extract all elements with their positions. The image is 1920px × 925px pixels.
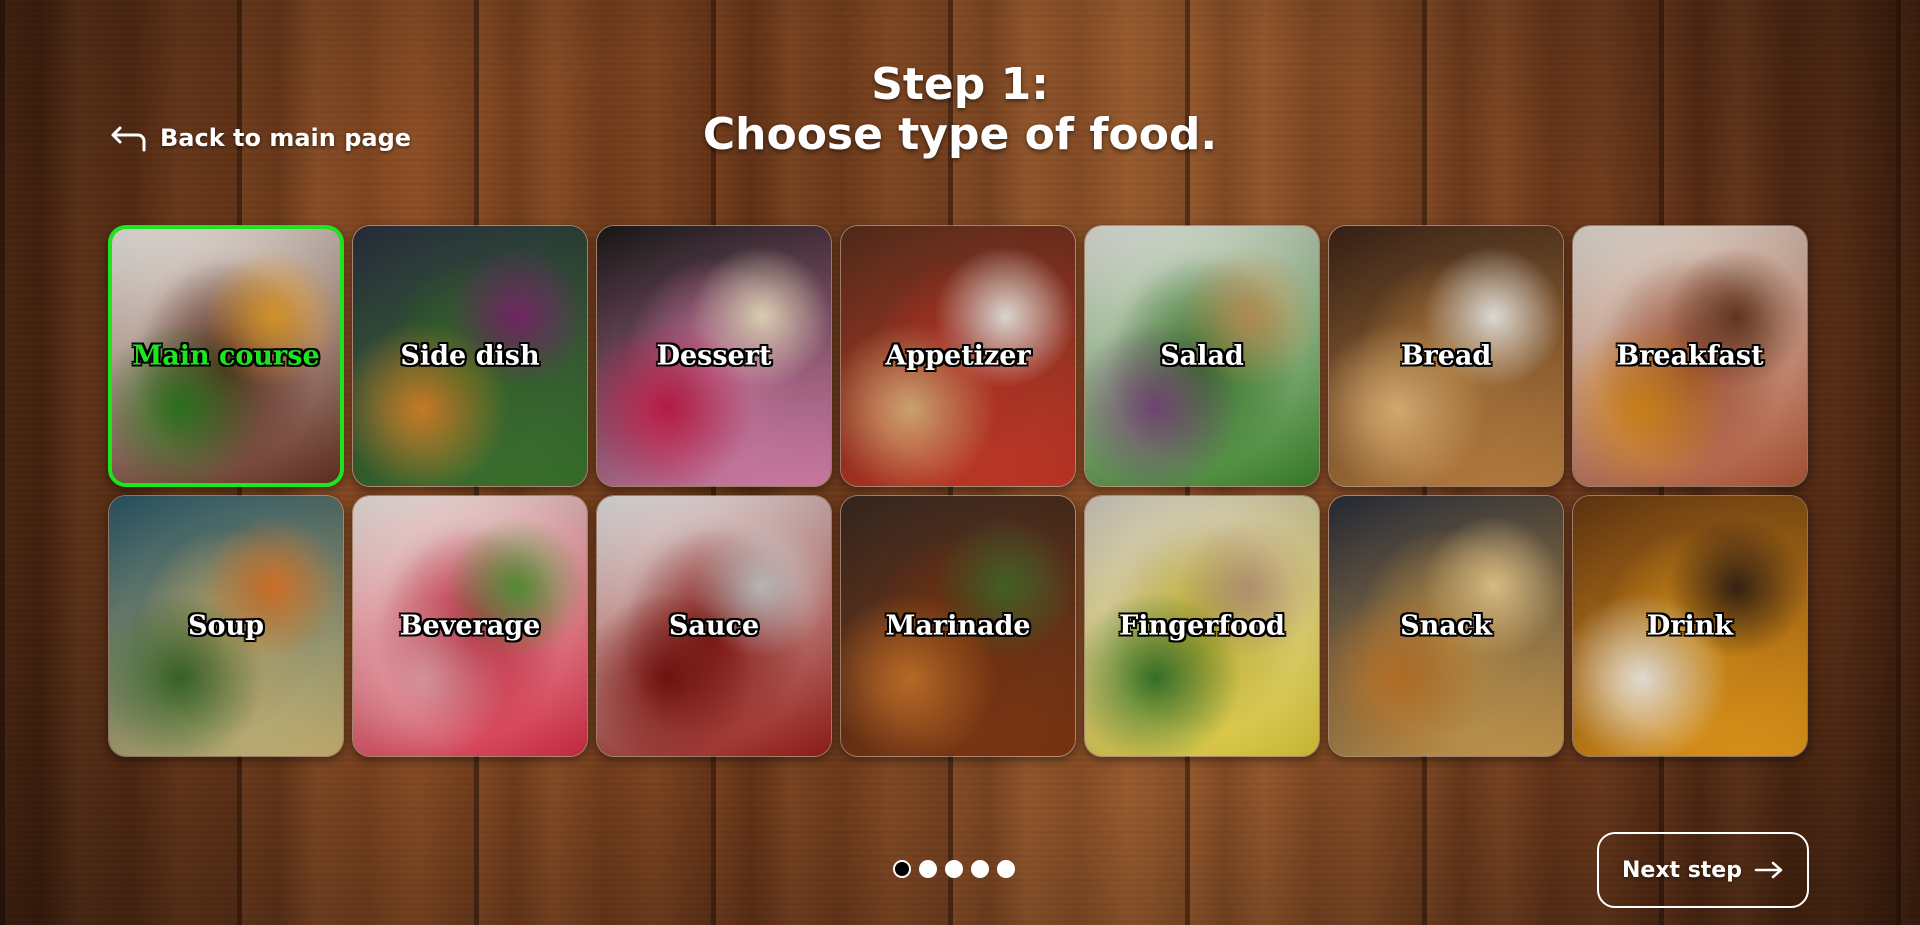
food-tile-drink[interactable]: Drink — [1572, 495, 1808, 757]
food-tile-breakfast[interactable]: Breakfast — [1572, 225, 1808, 487]
page-title-step: Step 1: — [871, 59, 1049, 110]
food-tile-label: Dessert — [656, 340, 772, 372]
food-tile-label: Main course — [132, 340, 320, 372]
food-tile-main-course[interactable]: Main course — [108, 225, 344, 487]
food-tile-snack[interactable]: Snack — [1328, 495, 1564, 757]
food-tile-label: Soup — [187, 610, 265, 642]
food-tile-label: Marinade — [885, 610, 1031, 642]
food-tile-label: Drink — [1646, 610, 1734, 642]
food-tile-soup[interactable]: Soup — [108, 495, 344, 757]
next-step-label: Next step — [1622, 857, 1742, 883]
page-title-instruction: Choose type of food. — [702, 109, 1218, 160]
food-tile-label: Bread — [1400, 340, 1492, 372]
page-title: Step 1: Choose type of food. — [0, 60, 1920, 160]
food-tile-label: Snack — [1400, 610, 1492, 642]
arrow-right-icon — [1754, 861, 1784, 879]
food-tile-appetizer[interactable]: Appetizer — [840, 225, 1076, 487]
food-tile-bread[interactable]: Bread — [1328, 225, 1564, 487]
pagination-dot-5[interactable] — [997, 860, 1015, 878]
pagination-dot-4[interactable] — [971, 860, 989, 878]
pagination-dot-1[interactable] — [893, 860, 911, 878]
pagination-dot-3[interactable] — [945, 860, 963, 878]
food-tile-label: Breakfast — [1616, 340, 1764, 372]
step-pagination — [893, 860, 1015, 878]
food-tile-beverage[interactable]: Beverage — [352, 495, 588, 757]
pagination-dot-2[interactable] — [919, 860, 937, 878]
food-tile-label: Side dish — [400, 340, 540, 372]
food-tile-label: Beverage — [399, 610, 541, 642]
food-tile-salad[interactable]: Salad — [1084, 225, 1320, 487]
food-tile-label: Appetizer — [885, 340, 1031, 372]
food-tile-dessert[interactable]: Dessert — [596, 225, 832, 487]
food-tile-sauce[interactable]: Sauce — [596, 495, 832, 757]
food-tile-label: Salad — [1160, 340, 1244, 372]
food-type-grid: Main course Side dish Dessert Appetizer Sala… — [108, 225, 1810, 757]
food-tile-label: Sauce — [668, 610, 760, 642]
food-tile-fingerfood[interactable]: Fingerfood — [1084, 495, 1320, 757]
next-step-button[interactable]: Next step — [1597, 832, 1809, 908]
food-tile-marinade[interactable]: Marinade — [840, 495, 1076, 757]
food-tile-label: Fingerfood — [1119, 610, 1285, 642]
food-tile-side-dish[interactable]: Side dish — [352, 225, 588, 487]
